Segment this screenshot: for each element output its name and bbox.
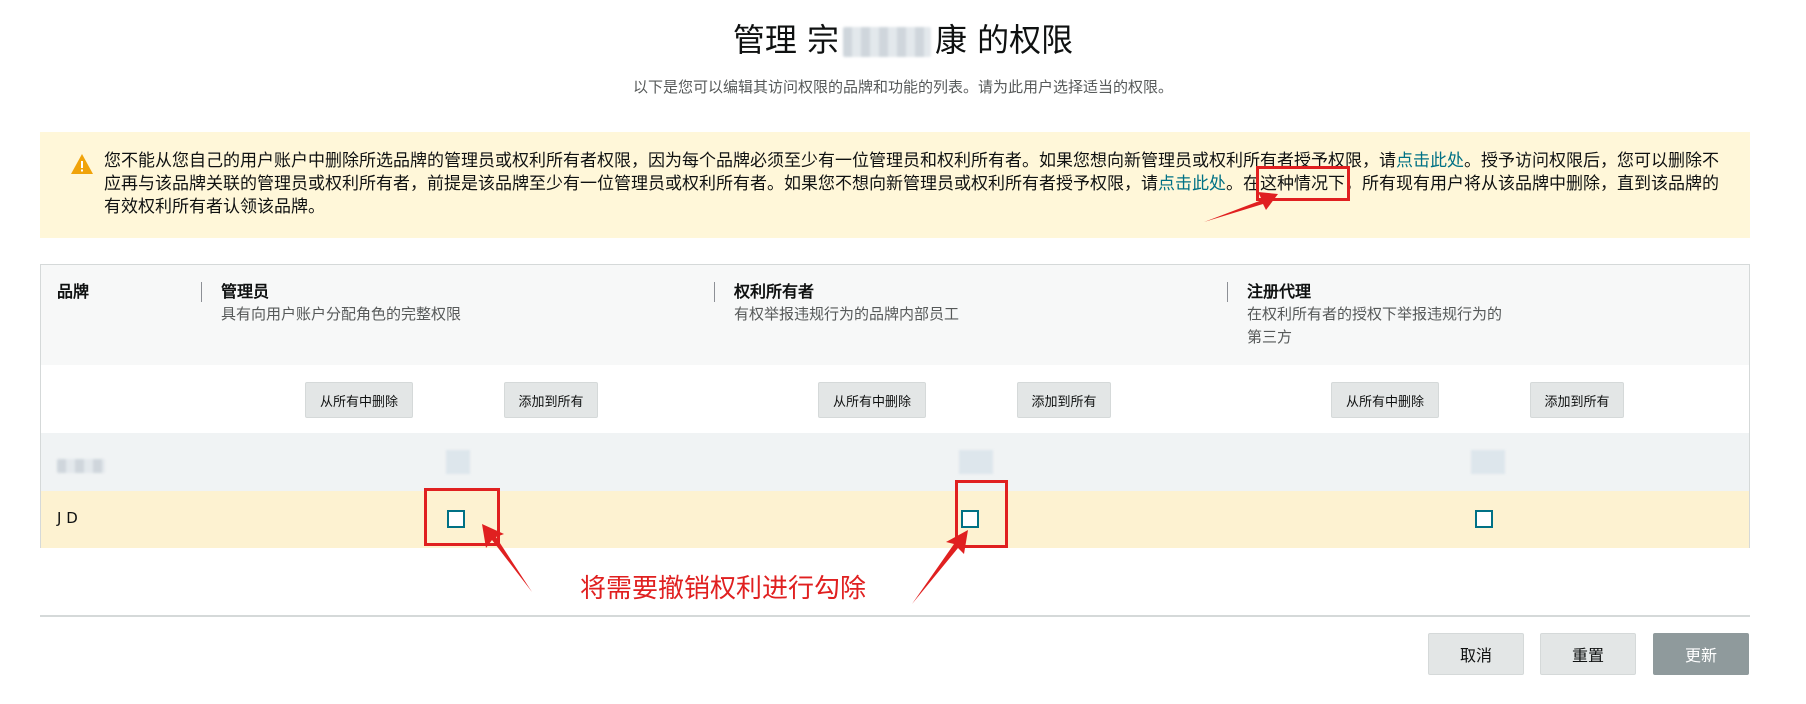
reset-button[interactable]: 重置 <box>1540 633 1636 675</box>
column-separator <box>201 282 202 302</box>
rights-owner-checkbox-row2[interactable] <box>961 510 979 528</box>
table-row: J D <box>41 491 1749 548</box>
admin-checkbox-row2[interactable] <box>447 510 465 528</box>
brand-name: J D <box>57 509 78 527</box>
rights-owner-add-all-button[interactable]: 添加到所有 <box>1017 382 1111 418</box>
admin-checkbox-row1[interactable] <box>446 450 470 474</box>
column-separator <box>1227 282 1228 302</box>
click-here-link-2[interactable]: 点击此处 <box>1158 174 1226 194</box>
alert-text-1: 您不能从您自己的用户账户中删除所选品牌的管理员或权利所有者权限，因为每个品牌必须… <box>104 151 1396 171</box>
permissions-table: 品牌 管理员 具有向用户账户分配角色的完整权限 权利所有者 有权举报违规行为的品… <box>40 264 1750 548</box>
agent-add-all-button[interactable]: 添加到所有 <box>1530 382 1624 418</box>
cancel-button[interactable]: 取消 <box>1428 633 1524 675</box>
agent-remove-all-button[interactable]: 从所有中删除 <box>1331 382 1439 418</box>
warning-alert: 您不能从您自己的用户账户中删除所选品牌的管理员或权利所有者权限，因为每个品牌必须… <box>40 132 1750 238</box>
rights-owner-header-desc: 有权举报违规行为的品牌内部员工 <box>734 305 960 323</box>
title-prefix: 管理 宗 <box>732 21 839 59</box>
admin-header-label: 管理员 <box>221 282 270 301</box>
title-suffix: 康 的权限 <box>935 21 1074 59</box>
bulk-actions-row: 从所有中删除 添加到所有 从所有中删除 添加到所有 从所有中删除 添加到所有 <box>41 365 1749 434</box>
table-header-row: 品牌 管理员 具有向用户账户分配角色的完整权限 权利所有者 有权举报违规行为的品… <box>41 265 1749 366</box>
registered-agent-header-label: 注册代理 <box>1247 282 1312 301</box>
admin-remove-all-button[interactable]: 从所有中删除 <box>305 382 413 418</box>
redacted-brand-name <box>57 459 105 473</box>
warning-icon <box>71 154 93 174</box>
registered-agent-header-desc: 在权利所有者的授权下举报违规行为的第三方 <box>1247 305 1503 346</box>
rights-owner-column-header: 权利所有者 有权举报违规行为的品牌内部员工 <box>734 281 1034 326</box>
agent-checkbox-row2[interactable] <box>1475 510 1493 528</box>
page-title: 管理 宗 康 的权限 <box>0 18 1806 62</box>
rights-owner-checkbox-row1[interactable] <box>959 450 993 474</box>
agent-checkbox-row1[interactable] <box>1471 450 1505 474</box>
admin-column-header: 管理员 具有向用户账户分配角色的完整权限 <box>221 281 481 326</box>
update-button[interactable]: 更新 <box>1653 633 1749 675</box>
rights-owner-header-label: 权利所有者 <box>734 282 815 301</box>
table-row <box>41 433 1749 492</box>
brand-header-label: 品牌 <box>57 282 90 301</box>
annotation-text: 将需要撤销权利进行勾除 <box>580 574 867 604</box>
admin-header-desc: 具有向用户账户分配角色的完整权限 <box>221 305 462 323</box>
click-here-link-1[interactable]: 点击此处 <box>1396 151 1464 171</box>
admin-add-all-button[interactable]: 添加到所有 <box>504 382 598 418</box>
page-subtitle: 以下是您可以编辑其访问权限的品牌和功能的列表。请为此用户选择适当的权限。 <box>632 78 1173 96</box>
brand-column-header: 品牌 <box>57 281 89 303</box>
column-separator <box>714 282 715 302</box>
registered-agent-column-header: 注册代理 在权利所有者的授权下举报违规行为的第三方 <box>1247 281 1507 349</box>
redacted-username <box>843 27 931 57</box>
footer-divider <box>40 615 1750 617</box>
rights-owner-remove-all-button[interactable]: 从所有中删除 <box>818 382 926 418</box>
